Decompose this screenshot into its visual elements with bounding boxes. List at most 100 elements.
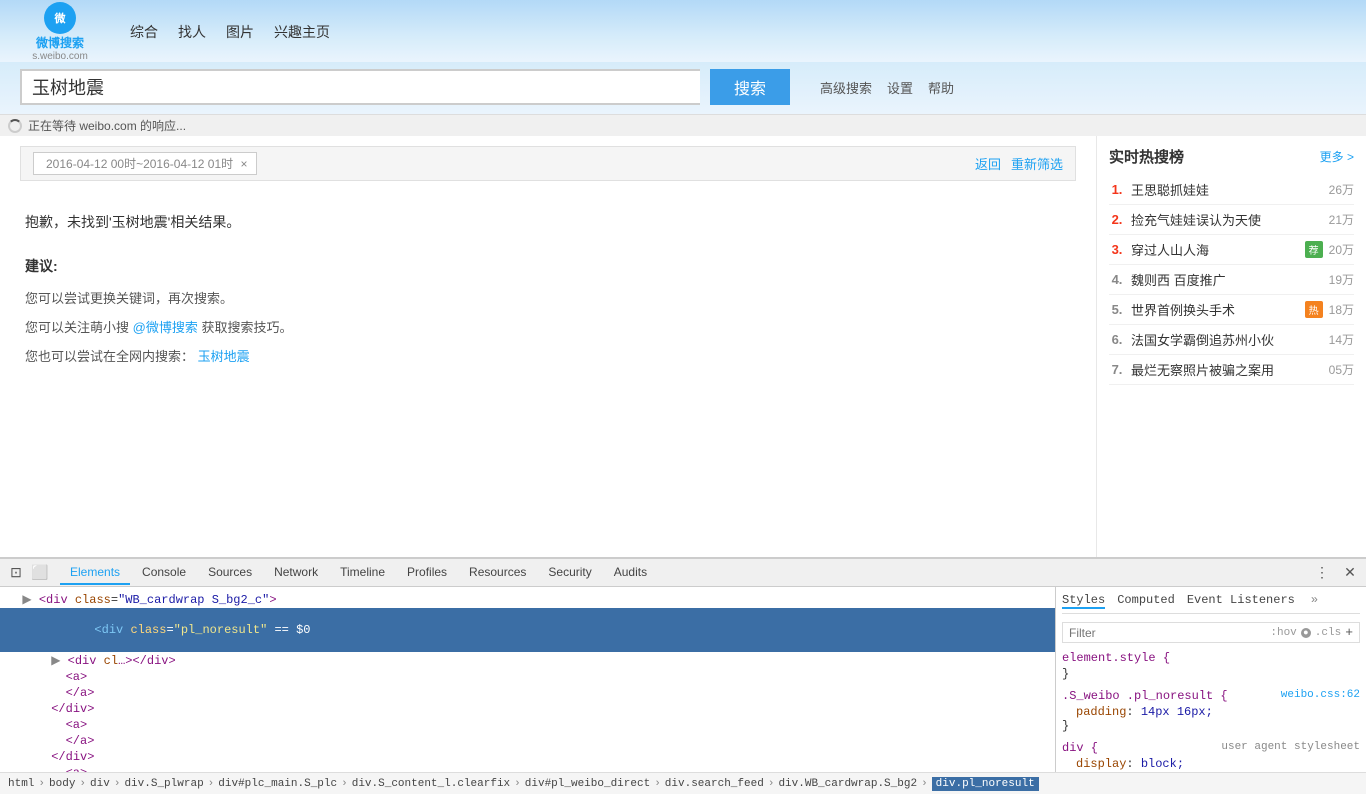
devtools-close-icon[interactable]: ✕ [1340, 563, 1360, 583]
nav-item-2[interactable]: 图片 [226, 22, 254, 42]
filter-refine-link[interactable]: 重新筛选 [1011, 154, 1063, 173]
nav-links: 综合找人图片兴趣主页 [130, 22, 330, 42]
filter-bar: 2016-04-12 00时~2016-04-12 01时 × 返回 重新筛选 [20, 146, 1076, 181]
bc-div-splwrap[interactable]: div.S_plwrap [124, 778, 203, 790]
nav-item-3[interactable]: 兴趣主页 [274, 22, 330, 42]
hot-list-item[interactable]: 4. 魏则西 百度推广 19万 [1109, 265, 1354, 295]
filter-return-link[interactable]: 返回 [975, 154, 1001, 173]
css-tab-computed[interactable]: Computed [1117, 593, 1175, 609]
bc-body[interactable]: body [49, 778, 75, 790]
loading-bar: 正在等待 weibo.com 的响应... [0, 114, 1366, 136]
tab-audits[interactable]: Audits [604, 561, 657, 585]
hot-item-name: 世界首例换头手术 [1131, 300, 1299, 319]
html-line: </a> [0, 685, 1055, 701]
left-panel: 2016-04-12 00时~2016-04-12 01时 × 返回 重新筛选 … [0, 136, 1096, 557]
html-line: ▶ <div cl…></div> [0, 652, 1055, 669]
devtools-device-icon[interactable]: ⬜ [30, 563, 50, 583]
bc-html[interactable]: html [8, 778, 34, 790]
tab-sources[interactable]: Sources [198, 561, 262, 585]
hot-list-item[interactable]: 3. 穿过人山人海 荐 20万 [1109, 235, 1354, 265]
bc-div[interactable]: div [90, 778, 110, 790]
hot-item-count: 20万 [1329, 241, 1354, 258]
top-bar: 微 微博搜索 s.weibo.com 综合找人图片兴趣主页 [0, 0, 1366, 62]
html-line: ▶ <div class="WB_cardwrap S_bg2_c"> [0, 591, 1055, 608]
html-line: <a> [0, 765, 1055, 772]
css-tab-event-listeners[interactable]: Event Listeners [1187, 593, 1295, 609]
css-cls-label[interactable]: .cls [1315, 627, 1341, 639]
search-extra-2[interactable]: 帮助 [928, 78, 954, 97]
suggestion-tip-2: 您可以关注萌小搜 @微博搜索 获取搜索技巧。 [25, 315, 1071, 341]
nav-item-1[interactable]: 找人 [178, 22, 206, 42]
tag-badge: 荐 [1305, 241, 1323, 258]
tab-profiles[interactable]: Profiles [397, 561, 457, 585]
css-prop-line: padding: 14px 16px; [1062, 705, 1360, 719]
devtools-more-icon[interactable]: ⋮ [1312, 563, 1332, 583]
more-link[interactable]: 更多 > [1320, 148, 1354, 165]
full-search-link[interactable]: 玉树地震 [198, 349, 250, 364]
suggestion-tip-1: 您可以尝试更换关键词，再次搜索。 [25, 286, 1071, 312]
html-line-selected[interactable]: <div class="pl_noresult" == $0 [0, 608, 1055, 652]
rank-number: 3. [1109, 242, 1125, 257]
weibo-search-link[interactable]: @微博搜索 [133, 320, 198, 335]
devtools-inspect-icon[interactable]: ⊡ [6, 563, 26, 583]
css-close-brace: } [1062, 667, 1360, 681]
hot-search-header: 实时热搜榜 更多 > [1109, 146, 1354, 167]
hot-list: 1. 王思聪抓娃娃 26万 2. 捡充气娃娃误认为天使 21万 3. 穿过人山人… [1109, 175, 1354, 385]
css-filter-input[interactable] [1069, 626, 1266, 640]
hot-item-name: 王思聪抓娃娃 [1131, 180, 1323, 199]
css-expand-icon[interactable]: » [1311, 593, 1318, 609]
filter-date-range: 2016-04-12 00时~2016-04-12 01时 [46, 157, 233, 171]
css-add-rule-icon[interactable]: + [1345, 625, 1353, 640]
filter-close-icon[interactable]: × [240, 157, 247, 171]
hot-item-name: 魏则西 百度推广 [1131, 270, 1323, 289]
search-extra-0[interactable]: 高级搜索 [820, 78, 872, 97]
search-button[interactable]: 搜索 [710, 69, 790, 105]
bc-div-plcmain[interactable]: div#plc_main.S_plc [218, 778, 337, 790]
tab-security[interactable]: Security [538, 561, 601, 585]
bc-div-searchfeed[interactable]: div.search_feed [665, 778, 764, 790]
breadcrumb: html › body › div › div.S_plwrap › div#p… [0, 772, 1366, 794]
css-cls-dot[interactable]: ● [1301, 628, 1311, 638]
css-tab-styles[interactable]: Styles [1062, 593, 1105, 609]
hot-item-name: 穿过人山人海 [1131, 240, 1299, 259]
css-source-link[interactable]: weibo.css:62 [1281, 689, 1360, 705]
tab-network[interactable]: Network [264, 561, 328, 585]
html-line: </a> [0, 733, 1055, 749]
rank-number: 1. [1109, 182, 1125, 197]
tab-console[interactable]: Console [132, 561, 196, 585]
hot-list-item[interactable]: 7. 最烂无察照片被骗之案用 05万 [1109, 355, 1354, 385]
css-selector: div { [1062, 741, 1098, 755]
search-extra-1[interactable]: 设置 [887, 78, 913, 97]
main-content: 2016-04-12 00时~2016-04-12 01时 × 返回 重新筛选 … [0, 136, 1366, 557]
hot-item-name: 最烂无察照片被骗之案用 [1131, 360, 1323, 379]
suggestion-tip-3: 您也可以尝试在全网内搜索： 玉树地震 [25, 344, 1071, 370]
hot-item-name: 法国女学霸倒追苏州小伙 [1131, 330, 1323, 349]
logo-area: 微 微博搜索 s.weibo.com [20, 2, 100, 62]
hot-list-item[interactable]: 6. 法国女学霸倒追苏州小伙 14万 [1109, 325, 1354, 355]
search-input[interactable] [20, 69, 700, 105]
hot-list-item[interactable]: 2. 捡充气娃娃误认为天使 21万 [1109, 205, 1354, 235]
tab-elements[interactable]: Elements [60, 561, 130, 585]
tab-timeline[interactable]: Timeline [330, 561, 395, 585]
right-panel: 实时热搜榜 更多 > 1. 王思聪抓娃娃 26万 2. 捡充气娃娃误认为天使 2… [1096, 136, 1366, 557]
css-panel-tabs: Styles Computed Event Listeners » [1062, 593, 1360, 614]
bc-div-plnoresult[interactable]: div.pl_noresult [932, 777, 1039, 791]
css-hov-pseudo[interactable]: :hov [1270, 627, 1296, 639]
filter-actions: 返回 重新筛选 [975, 154, 1063, 173]
loading-text: 正在等待 weibo.com 的响应... [28, 117, 186, 134]
css-selector: .S_weibo .pl_noresult { [1062, 689, 1228, 703]
css-selector: element.style { [1062, 651, 1360, 665]
hot-item-count: 26万 [1329, 181, 1354, 198]
css-panel: Styles Computed Event Listeners » :hov ●… [1056, 587, 1366, 772]
bc-div-wbcardwrap[interactable]: div.WB_cardwrap.S_bg2 [778, 778, 917, 790]
bc-div-scontent[interactable]: div.S_content_l.clearfix [352, 778, 510, 790]
bc-div-plweibo[interactable]: div#pl_weibo_direct [525, 778, 650, 790]
logo-site-name: 微博搜索 [36, 34, 84, 51]
nav-item-0[interactable]: 综合 [130, 22, 158, 42]
hot-list-item[interactable]: 1. 王思聪抓娃娃 26万 [1109, 175, 1354, 205]
logo-domain: s.weibo.com [32, 51, 88, 62]
tab-resources[interactable]: Resources [459, 561, 536, 585]
no-result-area: 抱歉，未找到'玉树地震'相关结果。 建议: 您可以尝试更换关键词，再次搜索。 您… [20, 193, 1076, 385]
hot-list-item[interactable]: 5. 世界首例换头手术 热 18万 [1109, 295, 1354, 325]
loading-spinner-icon [8, 119, 22, 133]
